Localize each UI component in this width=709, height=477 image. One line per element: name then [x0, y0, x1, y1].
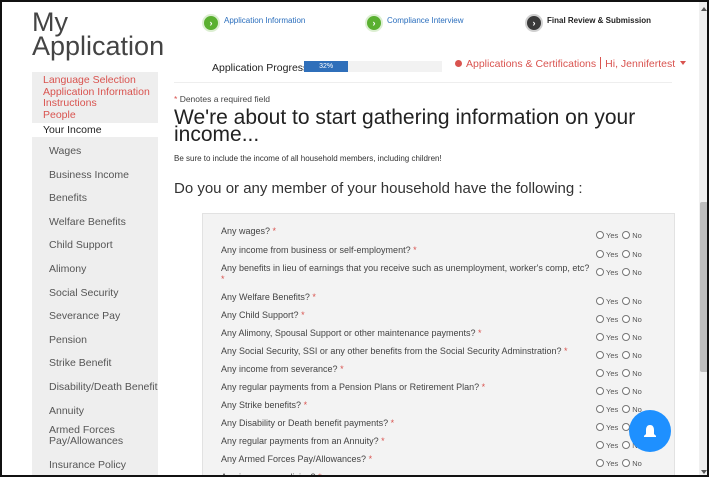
sidebar-current-your-income[interactable]: Your Income	[32, 123, 158, 137]
yes-no-radio-group: YesNo	[596, 387, 642, 396]
income-item-child-support[interactable]: Child Support	[32, 234, 158, 258]
question-text: Any Armed Forces Pay/Allowances? *	[221, 454, 373, 464]
user-menu[interactable]: Hi, Jennifertest	[605, 58, 675, 70]
bell-icon	[644, 425, 656, 437]
income-item-wages[interactable]: Wages	[32, 140, 158, 164]
radio-yes[interactable]	[596, 268, 604, 276]
scrollbar[interactable]	[699, 2, 707, 475]
question-text: Any Alimony, Spousal Support or other ma…	[221, 328, 482, 338]
radio-yes[interactable]	[596, 333, 604, 341]
sidebar: My Application Language Selection Applic…	[32, 7, 165, 475]
household-question: Do you or any member of your household h…	[174, 180, 583, 197]
income-item-alimony[interactable]: Alimony	[32, 258, 158, 282]
radio-no[interactable]	[622, 405, 631, 413]
question-text: Any wages? *	[221, 226, 277, 236]
radio-no[interactable]	[622, 297, 631, 305]
header-links: Applications & Certifications Hi, Jennife…	[455, 57, 687, 70]
yes-no-radio-group: YesNo	[596, 351, 642, 360]
radio-no[interactable]	[622, 387, 631, 395]
income-item-severance-pay[interactable]: Severance Pay	[32, 305, 158, 329]
yes-no-radio-group: YesNo	[596, 459, 642, 468]
progress-row: Application Progress 32% Applications & …	[212, 57, 687, 78]
income-item-business-income[interactable]: Business Income	[32, 164, 158, 188]
divider	[600, 57, 602, 69]
question-text: Any income from severance? *	[221, 364, 344, 374]
radio-no[interactable]	[622, 231, 631, 239]
income-item-pension[interactable]: Pension	[32, 329, 158, 353]
question-text: Any income from business or self-employm…	[221, 245, 417, 255]
scroll-up-icon[interactable]	[701, 7, 707, 11]
progress-fill: 32%	[304, 61, 349, 72]
radio-no[interactable]	[622, 369, 631, 377]
arrow-right-icon: ›	[525, 14, 543, 32]
question-text: Any benefits in lieu of earnings that yo…	[221, 263, 590, 284]
radio-yes[interactable]	[596, 297, 604, 305]
yes-no-radio-group: YesNo	[596, 297, 642, 306]
yes-no-radio-group: YesNo	[596, 405, 642, 414]
radio-yes[interactable]	[596, 315, 604, 323]
progress-label: Application Progress	[212, 62, 309, 74]
radio-no[interactable]	[622, 441, 631, 449]
yes-no-radio-group: YesNo	[596, 333, 642, 342]
app-title: My Application	[32, 7, 165, 61]
sidebar-link-people[interactable]: People	[32, 109, 158, 122]
question-text: Any regular payments from a Pension Plan…	[221, 382, 486, 392]
yes-no-radio-group: YesNo	[596, 315, 642, 324]
radio-yes[interactable]	[596, 351, 604, 359]
income-item-annuity[interactable]: Annuity	[32, 400, 158, 424]
question-text: Any Disability or Death benefit payments…	[221, 418, 395, 428]
radio-yes[interactable]	[596, 423, 604, 431]
step-indicator: › Application Information › Compliance I…	[202, 12, 682, 42]
page-heading: We're about to start gathering informati…	[174, 106, 636, 146]
arrow-right-icon: ›	[365, 14, 383, 32]
question-text: Any Welfare Benefits? *	[221, 292, 316, 302]
required-note: * Denotes a required field	[174, 94, 270, 104]
scrollbar-thumb[interactable]	[700, 202, 707, 372]
income-item-benefits[interactable]: Benefits	[32, 187, 158, 211]
sidebar-link-language-selection[interactable]: Language Selection	[32, 74, 158, 87]
sidebar-link-instructions[interactable]: Instructions	[32, 97, 158, 110]
income-item-disability-death-benefit[interactable]: Disability/Death Benefit	[32, 376, 158, 400]
income-subnote: Be sure to include the income of all hou…	[174, 154, 442, 163]
side-nav: Language Selection Application Informati…	[32, 72, 158, 475]
radio-no[interactable]	[622, 351, 631, 359]
radio-yes[interactable]	[596, 369, 604, 377]
yes-no-radio-group: YesNo	[596, 369, 642, 378]
divider	[174, 82, 672, 83]
help-button[interactable]	[629, 410, 671, 452]
radio-no[interactable]	[622, 459, 631, 467]
radio-yes[interactable]	[596, 250, 604, 258]
income-questions-panel: Any wages? * Yes No Any income from busines…	[202, 213, 675, 477]
income-item-strike-benefit[interactable]: Strike Benefit	[32, 352, 158, 376]
radio-no[interactable]	[622, 315, 631, 323]
arrow-right-icon: ›	[202, 14, 220, 32]
radio-yes[interactable]	[596, 387, 604, 395]
radio-no[interactable]	[622, 268, 631, 276]
scroll-down-icon[interactable]	[701, 470, 707, 474]
income-item-social-security[interactable]: Social Security	[32, 282, 158, 306]
question-text: Any Child Support? *	[221, 310, 305, 320]
question-text: Any insurance policies? *	[221, 472, 322, 477]
radio-yes[interactable]	[596, 231, 604, 239]
question-text: Any Strike benefits? *	[221, 400, 308, 410]
income-item-armed-forces[interactable]: Armed Forces Pay/Allowances	[32, 423, 158, 454]
caret-down-icon[interactable]	[680, 61, 687, 65]
income-list: Wages Business Income Benefits Welfare B…	[32, 140, 158, 475]
yes-no-radio-group: YesNo	[596, 231, 642, 240]
yes-no-radio-group: YesNo	[596, 250, 642, 259]
radio-yes[interactable]	[596, 459, 604, 467]
income-item-insurance-policy[interactable]: Insurance Policy	[32, 454, 158, 475]
radio-no[interactable]	[622, 333, 631, 341]
question-text: Any Social Security, SSI or any other be…	[221, 346, 568, 356]
radio-yes[interactable]	[596, 405, 604, 413]
status-dot-icon	[455, 60, 462, 67]
progress-bar: 32%	[304, 61, 442, 72]
radio-yes[interactable]	[596, 441, 604, 449]
app-frame: My Application Language Selection Applic…	[0, 0, 709, 477]
applications-certifications-link[interactable]: Applications & Certifications	[466, 58, 596, 70]
yes-no-radio-group: YesNo	[596, 268, 642, 277]
radio-no[interactable]	[622, 250, 631, 258]
income-item-welfare-benefits[interactable]: Welfare Benefits	[32, 211, 158, 235]
question-text: Any regular payments from an Annuity? *	[221, 436, 385, 446]
